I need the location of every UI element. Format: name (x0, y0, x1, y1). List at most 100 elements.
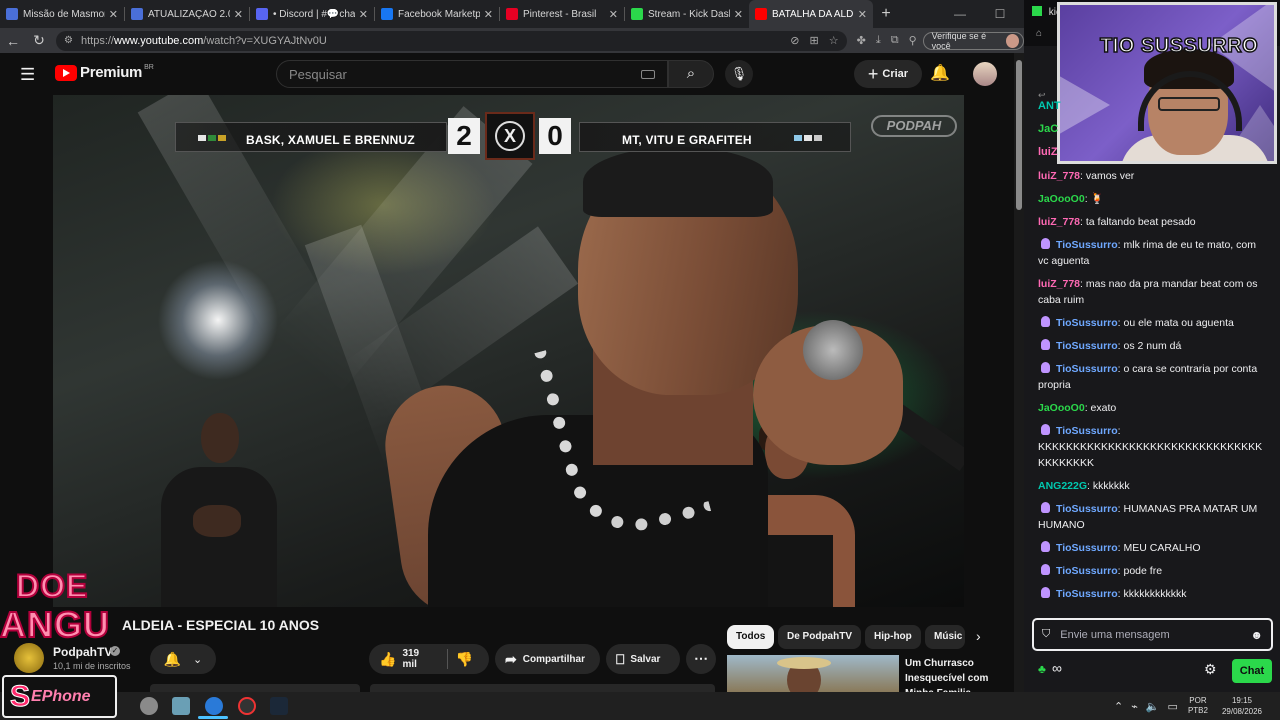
taskbar-app-icon[interactable] (140, 697, 158, 715)
like-count[interactable]: 319 mil (402, 648, 432, 670)
subscribed-notifications-button[interactable]: 🔔 ⌄ (150, 644, 216, 674)
browser-tab[interactable]: Stream - Kick Dashb ✕ (625, 0, 749, 28)
verify-identity-button[interactable]: Verifique se é você (922, 31, 1024, 51)
search-input[interactable]: Pesquisar (276, 60, 668, 88)
scrollbar-thumb[interactable] (1016, 60, 1022, 210)
close-tab-icon[interactable]: ✕ (609, 8, 618, 21)
clock[interactable]: 19:15 29/08/2026 (1222, 695, 1262, 717)
chat-username[interactable]: TioSussurro (1056, 588, 1118, 600)
share-button[interactable]: ➦ Compartilhar (495, 644, 600, 674)
chat-username[interactable]: luiZ_778 (1038, 278, 1080, 290)
chat-message-input[interactable]: ⛉ Envie uma mensagem ☻ (1032, 618, 1273, 651)
omnibox[interactable]: ⚙ https://www.youtube.com/watch?v=XUGYAJ… (56, 30, 847, 51)
tab-title: BATALHA DA ALDEI (772, 8, 854, 20)
chat-message: TioSussurro: MEU CARALHO (1038, 540, 1268, 556)
account-avatar[interactable] (973, 62, 997, 86)
recommended-title[interactable]: Um Churrasco Inesquecível com Minha Fami… (905, 656, 1010, 692)
new-tab-icon[interactable]: + (873, 5, 899, 23)
hide-icon[interactable]: ⊘ (790, 34, 799, 47)
keyboard-icon[interactable] (641, 69, 655, 79)
minimize-icon[interactable]: — (940, 0, 980, 28)
site-info-icon[interactable]: ⚙ (64, 35, 73, 46)
obs-icon[interactable] (238, 697, 256, 715)
battery-icon[interactable]: ▭ (1168, 700, 1178, 713)
shield-icon[interactable]: ⛉ (1042, 628, 1050, 641)
chat-username[interactable]: TioSussurro (1056, 239, 1118, 251)
chat-username[interactable]: ANG222G (1038, 480, 1087, 492)
youtube-icon (755, 8, 767, 20)
tab-title: Facebook Marketplace | (398, 8, 480, 20)
puzzle-icon[interactable]: ⚲ (909, 34, 917, 47)
notifications-bell-icon[interactable]: 🔔 (930, 63, 950, 83)
thumbs-down-icon[interactable]: 👎 (456, 651, 473, 668)
steam-icon[interactable] (270, 697, 288, 715)
close-tab-icon[interactable]: ✕ (734, 8, 743, 21)
chat-username[interactable]: TioSussurro (1056, 542, 1118, 554)
chat-username[interactable]: TioSussurro (1056, 425, 1118, 437)
more-actions-button[interactable]: ⋯ (686, 644, 716, 674)
close-tab-icon[interactable]: ✕ (359, 8, 368, 21)
kick-points-icon[interactable]: ♣ (1038, 662, 1046, 676)
voice-search-button[interactable]: 🎙 (725, 60, 753, 88)
chat-username[interactable]: luiZ_778 (1038, 216, 1080, 228)
youtube-logo[interactable]: Premium BR (55, 64, 154, 81)
subscriber-count: 10,1 mi de inscritos (53, 661, 131, 671)
chat-username[interactable]: JaOooO0 (1038, 193, 1085, 205)
thumbs-up-icon[interactable]: 👍 (379, 651, 396, 668)
chip-all[interactable]: Todos (727, 625, 775, 649)
speaker-icon[interactable]: 🔈 (1146, 700, 1160, 713)
create-button[interactable]: + Criar (854, 60, 922, 88)
extensions-icon[interactable]: ✤ (857, 34, 866, 47)
url-text[interactable]: https://www.youtube.com/watch?v=XUGYAJtN… (81, 35, 780, 47)
close-tab-icon[interactable]: ✕ (858, 8, 867, 21)
search-button[interactable]: ⌕ (668, 60, 714, 88)
chat-send-button[interactable]: Chat (1232, 659, 1272, 683)
chat-username[interactable]: luiZ_778 (1038, 170, 1080, 182)
back-icon[interactable]: ← (0, 33, 26, 49)
channel-name[interactable]: PodpahTV (53, 645, 112, 659)
downloads-icon[interactable]: ⤓ (876, 34, 881, 47)
chat-text: kkkkkkk (1092, 480, 1130, 492)
star-icon[interactable]: ☆ (829, 34, 839, 47)
language-indicator[interactable]: POR PTB2 (1188, 696, 1208, 716)
browser-tab[interactable]: Facebook Marketplace | ✕ (375, 0, 499, 28)
settings-gear-icon[interactable]: ⚙ (1204, 661, 1217, 678)
chat-text: kkkkkkkkkkkk (1123, 588, 1187, 600)
chat-partial-line: ANT (1038, 100, 1061, 112)
browser-tab[interactable]: BATALHA DA ALDEI ✕ (749, 0, 873, 28)
chat-username[interactable]: JaOooO0 (1038, 402, 1085, 414)
taskbar-app-icon[interactable] (172, 697, 190, 715)
chat-username[interactable]: TioSussurro (1056, 317, 1118, 329)
chip-hip-hop[interactable]: Hip-hop (865, 625, 921, 649)
chip-music[interactable]: Músic (925, 625, 965, 649)
chat-username[interactable]: TioSussurro (1056, 565, 1118, 577)
emoji-icon[interactable]: ☻ (1250, 628, 1263, 642)
install-icon[interactable]: ⊞ (810, 34, 819, 47)
recommended-thumbnail[interactable] (727, 655, 899, 692)
close-tab-icon[interactable]: ✕ (109, 8, 118, 21)
chat-username[interactable]: TioSussurro (1056, 363, 1118, 375)
interpreter-hands (193, 505, 241, 537)
chat-username[interactable]: TioSussurro (1056, 340, 1118, 352)
browser-tab[interactable]: • Discord | #💬chat | S ✕ (250, 0, 374, 28)
reload-icon[interactable]: ↻ (26, 32, 52, 49)
maximize-icon[interactable]: ☐ (980, 0, 1020, 28)
close-tab-icon[interactable]: ✕ (484, 8, 493, 21)
menu-icon[interactable]: ☰ (20, 65, 35, 85)
chat-message: TioSussurro: os 2 num dá (1038, 338, 1268, 354)
chevron-up-icon[interactable]: ⌃ (1114, 700, 1123, 713)
edge-browser-icon[interactable] (205, 697, 223, 715)
channel-avatar[interactable] (14, 643, 44, 673)
network-icon[interactable]: ⌁ (1131, 700, 1138, 713)
save-button[interactable]: ⎕ Salvar (606, 644, 680, 674)
chat-username[interactable]: TioSussurro (1056, 503, 1118, 515)
browser-tab[interactable]: ATUALIZAÇÃO 2.0 [VERÃ ✕ (125, 0, 249, 28)
browser-tab[interactable]: Pinterest - Brasil ✕ (500, 0, 624, 28)
pinterest-icon (506, 8, 518, 20)
chevron-right-icon[interactable]: › (976, 628, 981, 644)
split-icon[interactable]: ⧉ (891, 34, 899, 47)
close-tab-icon[interactable]: ✕ (234, 8, 243, 21)
video-player[interactable]: BASK, XAMUEL E BRENNUZ 2 0 MT, VITU E GR… (53, 95, 964, 607)
chip-from-channel[interactable]: De PodpahTV (778, 625, 862, 649)
browser-tab[interactable]: Missão de Masmorras R ✕ (0, 0, 124, 28)
